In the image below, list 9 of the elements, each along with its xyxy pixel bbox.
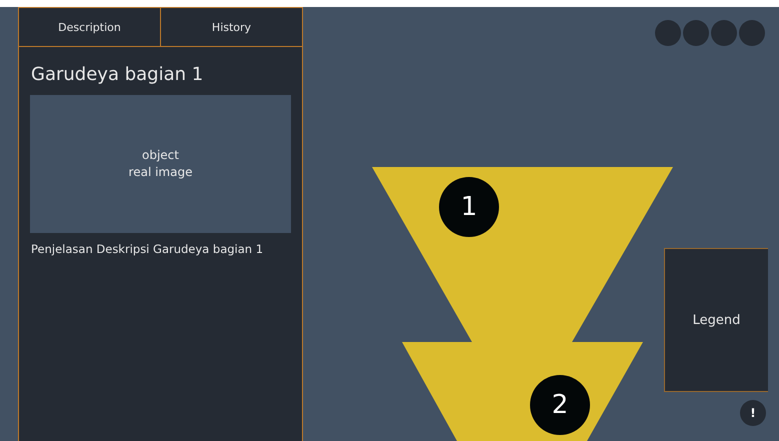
description-text: Penjelasan Deskripsi Garudeya bagian 1	[30, 242, 264, 256]
menu-dot-button[interactable]	[655, 20, 681, 46]
menu-dot-button[interactable]	[739, 20, 765, 46]
help-button[interactable]: !	[740, 400, 766, 426]
placeholder-text: object real image	[128, 147, 192, 181]
menu-dot-button[interactable]	[683, 20, 709, 46]
menu-dot-button[interactable]	[711, 20, 737, 46]
object-title: Garudeya bagian 1	[31, 64, 204, 85]
legend-title: Legend	[692, 312, 740, 328]
